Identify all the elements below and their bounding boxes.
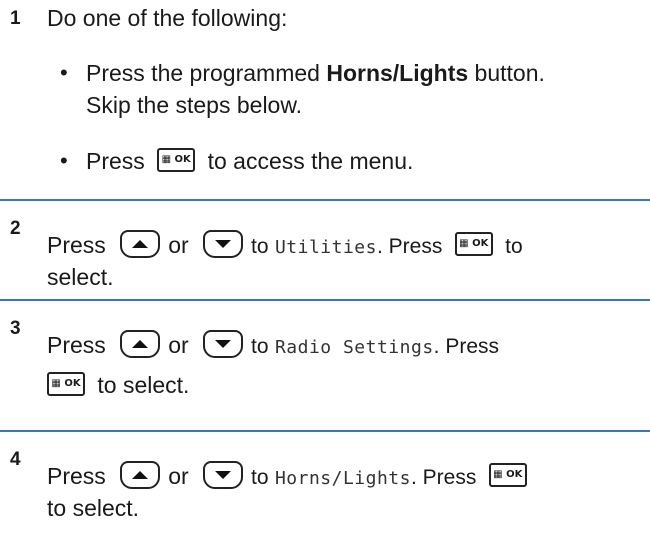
up-arrow-key-icon bbox=[120, 329, 161, 358]
step-intro: Do one of the following: bbox=[47, 5, 288, 31]
step-4-line-1: Press or to Horns/Lights. Press ▦ OK bbox=[47, 460, 527, 494]
down-arrow-key-icon bbox=[203, 460, 244, 489]
step-number: 4 bbox=[10, 449, 21, 470]
up-arrow-key-icon bbox=[120, 460, 161, 489]
step-number: 1 bbox=[10, 8, 21, 29]
step-text: to bbox=[505, 235, 523, 258]
horns-lights-label: Horns/Lights bbox=[326, 60, 469, 86]
step-text: to bbox=[251, 335, 269, 358]
bullet-text: Press the programmed bbox=[86, 60, 327, 86]
menu-item-utilities: Utilities bbox=[274, 237, 377, 258]
bullet-text: Press bbox=[86, 148, 145, 174]
step-text: . Press bbox=[433, 335, 500, 358]
bullet-text: button. bbox=[468, 60, 545, 86]
step-text: or bbox=[168, 332, 189, 358]
step-2-line-1: Press or to Utilities. Press ▦ OK to bbox=[47, 229, 523, 263]
step-3-line-1: Press or to Radio Settings. Press bbox=[47, 329, 500, 363]
step-text: Press bbox=[47, 332, 106, 358]
bullet-2-line: Press ▦ OK to access the menu. bbox=[86, 146, 413, 176]
step-divider bbox=[0, 199, 650, 201]
menu-item-radio-settings: Radio Settings bbox=[274, 337, 434, 358]
step-text: to bbox=[251, 466, 269, 489]
step-2-line-2: select. bbox=[47, 264, 114, 290]
menu-ok-key-icon: ▦ OK bbox=[47, 371, 85, 396]
step-text: . Press bbox=[376, 235, 443, 258]
bullet-1-line-1: Press the programmed Horns/Lights button… bbox=[86, 58, 545, 88]
bullet-dot: • bbox=[60, 60, 68, 85]
step-number: 2 bbox=[10, 218, 21, 239]
menu-item-horns-lights: Horns/Lights bbox=[274, 468, 411, 489]
menu-ok-key-icon: ▦ OK bbox=[454, 231, 493, 256]
step-divider bbox=[0, 430, 650, 432]
step-divider bbox=[0, 299, 650, 301]
step-text: to bbox=[251, 235, 269, 258]
step-text: to select. bbox=[97, 372, 190, 398]
bullet-dot: • bbox=[60, 148, 68, 173]
step-text: . Press bbox=[410, 466, 477, 489]
down-arrow-key-icon bbox=[203, 329, 244, 358]
up-arrow-key-icon bbox=[120, 229, 161, 258]
step-text: Press bbox=[47, 463, 106, 489]
step-text: or bbox=[168, 232, 189, 258]
step-3-line-2: ▦ OK to select. bbox=[47, 370, 189, 400]
menu-ok-key-icon: ▦ OK bbox=[157, 147, 196, 172]
step-number: 3 bbox=[10, 318, 21, 339]
step-text: or bbox=[168, 463, 189, 489]
menu-ok-key-icon: ▦ OK bbox=[488, 462, 527, 487]
step-4-line-2: to select. bbox=[47, 495, 140, 521]
bullet-1-line-2: Skip the steps below. bbox=[86, 92, 303, 118]
down-arrow-key-icon bbox=[203, 229, 244, 258]
bullet-text: to access the menu. bbox=[207, 148, 414, 174]
step-text: Press bbox=[47, 232, 106, 258]
